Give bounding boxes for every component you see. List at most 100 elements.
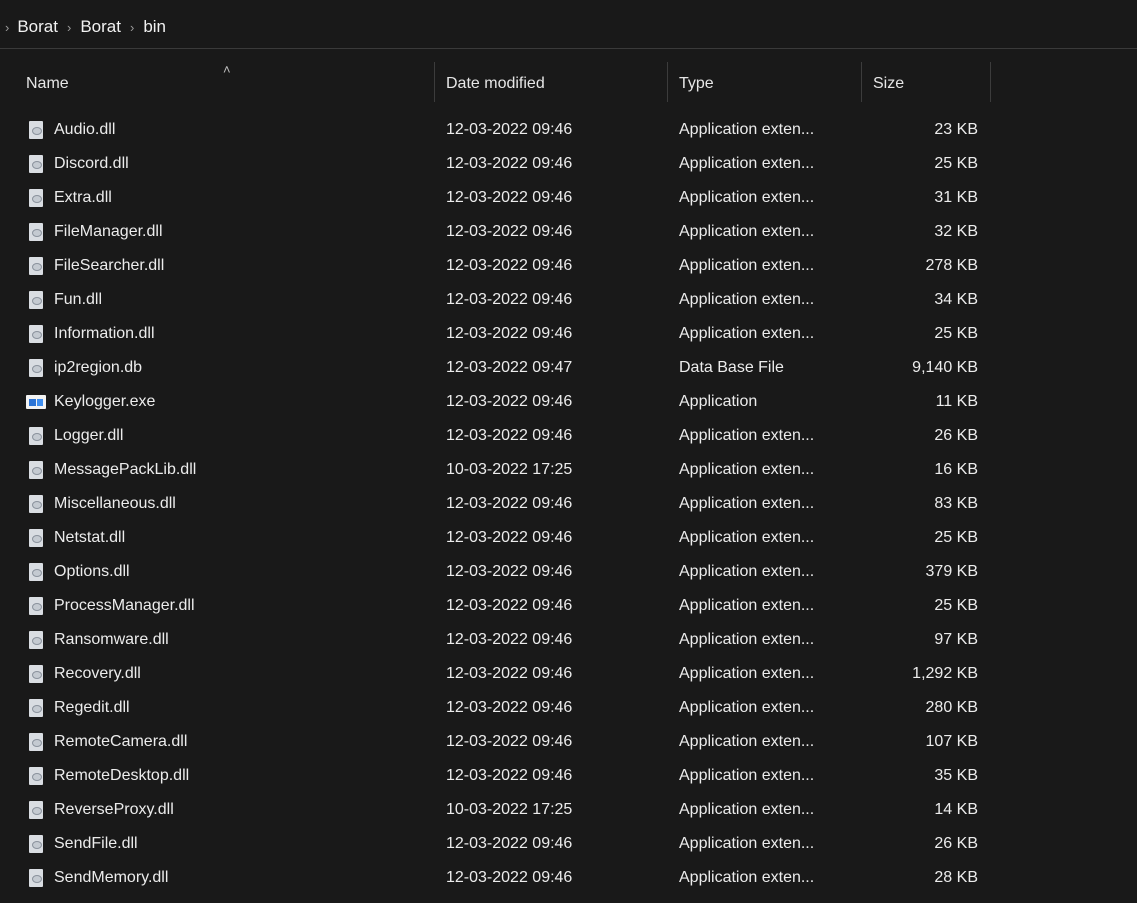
breadcrumb-item-borat[interactable]: Borat — [80, 17, 121, 37]
dll-file-icon — [29, 631, 43, 649]
column-resize-handle[interactable] — [861, 62, 862, 102]
file-type: Application exten... — [679, 461, 815, 478]
file-date-modified: 12-03-2022 09:46 — [446, 563, 573, 580]
file-type: Application exten... — [679, 767, 815, 784]
file-type: Application — [679, 393, 758, 410]
column-header-size[interactable]: Size — [873, 62, 904, 106]
file-name: RemoteCamera.dll — [54, 733, 188, 750]
file-row[interactable]: FileManager.dll 12-03-2022 09:46 Applicati… — [0, 215, 1137, 249]
file-type: Application exten... — [679, 801, 815, 818]
file-size: 35 KB — [934, 767, 978, 784]
file-date-modified: 12-03-2022 09:46 — [446, 699, 573, 716]
file-row[interactable]: FileSearcher.dll 12-03-2022 09:46 Applicat… — [0, 249, 1137, 283]
file-list: Audio.dll 12-03-2022 09:46 Application ext… — [0, 113, 1137, 895]
file-row[interactable]: ReverseProxy.dll 10-03-2022 17:25 Applicat… — [0, 793, 1137, 827]
file-row[interactable]: Logger.dll 12-03-2022 09:46 Application ex… — [0, 419, 1137, 453]
file-type: Application exten... — [679, 325, 815, 342]
file-size: 16 KB — [934, 461, 978, 478]
file-name: Regedit.dll — [54, 699, 130, 716]
file-row[interactable]: Audio.dll 12-03-2022 09:46 Application ext… — [0, 113, 1137, 147]
dll-file-icon — [26, 589, 46, 623]
dll-file-icon — [29, 325, 43, 343]
column-header-date-modified[interactable]: Date modified — [446, 62, 545, 106]
file-row[interactable]: Extra.dll 12-03-2022 09:46 Application ext… — [0, 181, 1137, 215]
file-type: Application exten... — [679, 257, 815, 274]
file-date-modified: 12-03-2022 09:46 — [446, 393, 573, 410]
file-type: Application exten... — [679, 427, 815, 444]
dll-file-icon — [29, 733, 43, 751]
file-date-modified: 12-03-2022 09:46 — [446, 529, 573, 546]
dll-file-icon — [26, 317, 46, 351]
file-date-modified: 10-03-2022 17:25 — [446, 801, 573, 818]
dll-file-icon — [29, 291, 43, 309]
column-resize-handle[interactable] — [434, 62, 435, 102]
column-header-name[interactable]: Name — [26, 62, 69, 106]
file-row[interactable]: SendFile.dll 12-03-2022 09:46 Application … — [0, 827, 1137, 861]
file-row[interactable]: Fun.dll 12-03-2022 09:46 Application exten… — [0, 283, 1137, 317]
file-size: 11 KB — [935, 393, 978, 410]
file-type: Application exten... — [679, 597, 815, 614]
file-row[interactable]: RemoteCamera.dll 12-03-2022 09:46 Applicat… — [0, 725, 1137, 759]
dll-file-icon — [26, 759, 46, 793]
dll-file-icon — [26, 147, 46, 181]
dll-file-icon — [26, 487, 46, 521]
breadcrumb-item-borat-root[interactable]: Borat — [17, 17, 58, 37]
file-row[interactable]: Ransomware.dll 12-03-2022 09:46 Applicatio… — [0, 623, 1137, 657]
dll-file-icon — [29, 597, 43, 615]
column-resize-handle[interactable] — [990, 62, 991, 102]
column-resize-handle[interactable] — [667, 62, 668, 102]
file-row[interactable]: Miscellaneous.dll 12-03-2022 09:46 Applica… — [0, 487, 1137, 521]
file-row[interactable]: MessagePackLib.dll 10-03-2022 17:25 Applic… — [0, 453, 1137, 487]
file-row[interactable]: ProcessManager.dll 12-03-2022 09:46 Applic… — [0, 589, 1137, 623]
db-file-icon — [26, 351, 46, 385]
column-header-type[interactable]: Type — [679, 62, 714, 106]
file-row[interactable]: Discord.dll 12-03-2022 09:46 Application e… — [0, 147, 1137, 181]
file-type: Application exten... — [679, 155, 815, 172]
file-size: 25 KB — [934, 597, 978, 614]
file-row[interactable]: Recovery.dll 12-03-2022 09:46 Application … — [0, 657, 1137, 691]
file-date-modified: 12-03-2022 09:46 — [446, 631, 573, 648]
file-row[interactable]: Information.dll 12-03-2022 09:46 Applicati… — [0, 317, 1137, 351]
file-name: SendFile.dll — [54, 835, 138, 852]
file-row[interactable]: Options.dll 12-03-2022 09:46 Application e… — [0, 555, 1137, 589]
dll-file-icon — [29, 223, 43, 241]
file-date-modified: 12-03-2022 09:46 — [446, 835, 573, 852]
dll-file-icon — [26, 215, 46, 249]
file-row[interactable]: Netstat.dll 12-03-2022 09:46 Application e… — [0, 521, 1137, 555]
file-size: 9,140 KB — [912, 359, 978, 376]
dll-file-icon — [29, 461, 43, 479]
dll-file-icon — [26, 827, 46, 861]
file-row[interactable]: SendMemory.dll 12-03-2022 09:46 Applicatio… — [0, 861, 1137, 895]
file-size: 25 KB — [934, 529, 978, 546]
dll-file-icon — [29, 665, 43, 683]
chevron-right-icon[interactable]: › — [130, 20, 134, 35]
dll-file-icon — [29, 529, 43, 547]
file-date-modified: 12-03-2022 09:46 — [446, 427, 573, 444]
chevron-right-icon[interactable]: › — [67, 20, 71, 35]
file-date-modified: 12-03-2022 09:46 — [446, 869, 573, 886]
file-size: 280 KB — [925, 699, 978, 716]
chevron-right-icon[interactable]: › — [5, 20, 9, 35]
dll-file-icon — [29, 699, 43, 717]
file-name: Ransomware.dll — [54, 631, 169, 648]
file-row[interactable]: RemoteDesktop.dll 12-03-2022 09:46 Applica… — [0, 759, 1137, 793]
column-header-row: ˄ Name Date modified Type Size — [0, 62, 1137, 106]
dll-file-icon — [29, 869, 43, 887]
file-name: Information.dll — [54, 325, 155, 342]
file-size: 32 KB — [934, 223, 978, 240]
file-row[interactable]: Regedit.dll 12-03-2022 09:46 Application e… — [0, 691, 1137, 725]
file-name: Recovery.dll — [54, 665, 141, 682]
dll-file-icon — [29, 767, 43, 785]
file-row[interactable]: ip2region.db 12-03-2022 09:47 Data Base Fi… — [0, 351, 1137, 385]
file-row[interactable]: Keylogger.exe 12-03-2022 09:46 Application… — [0, 385, 1137, 419]
file-size: 107 KB — [925, 733, 978, 750]
file-date-modified: 12-03-2022 09:46 — [446, 257, 573, 274]
dll-file-icon — [29, 563, 43, 581]
exe-file-icon — [26, 395, 46, 409]
file-date-modified: 12-03-2022 09:46 — [446, 223, 573, 240]
file-name: Discord.dll — [54, 155, 129, 172]
breadcrumb-item-bin[interactable]: bin — [143, 17, 166, 37]
file-date-modified: 12-03-2022 09:46 — [446, 189, 573, 206]
breadcrumb[interactable]: › Borat › Borat › bin — [0, 6, 1137, 48]
file-date-modified: 10-03-2022 17:25 — [446, 461, 573, 478]
